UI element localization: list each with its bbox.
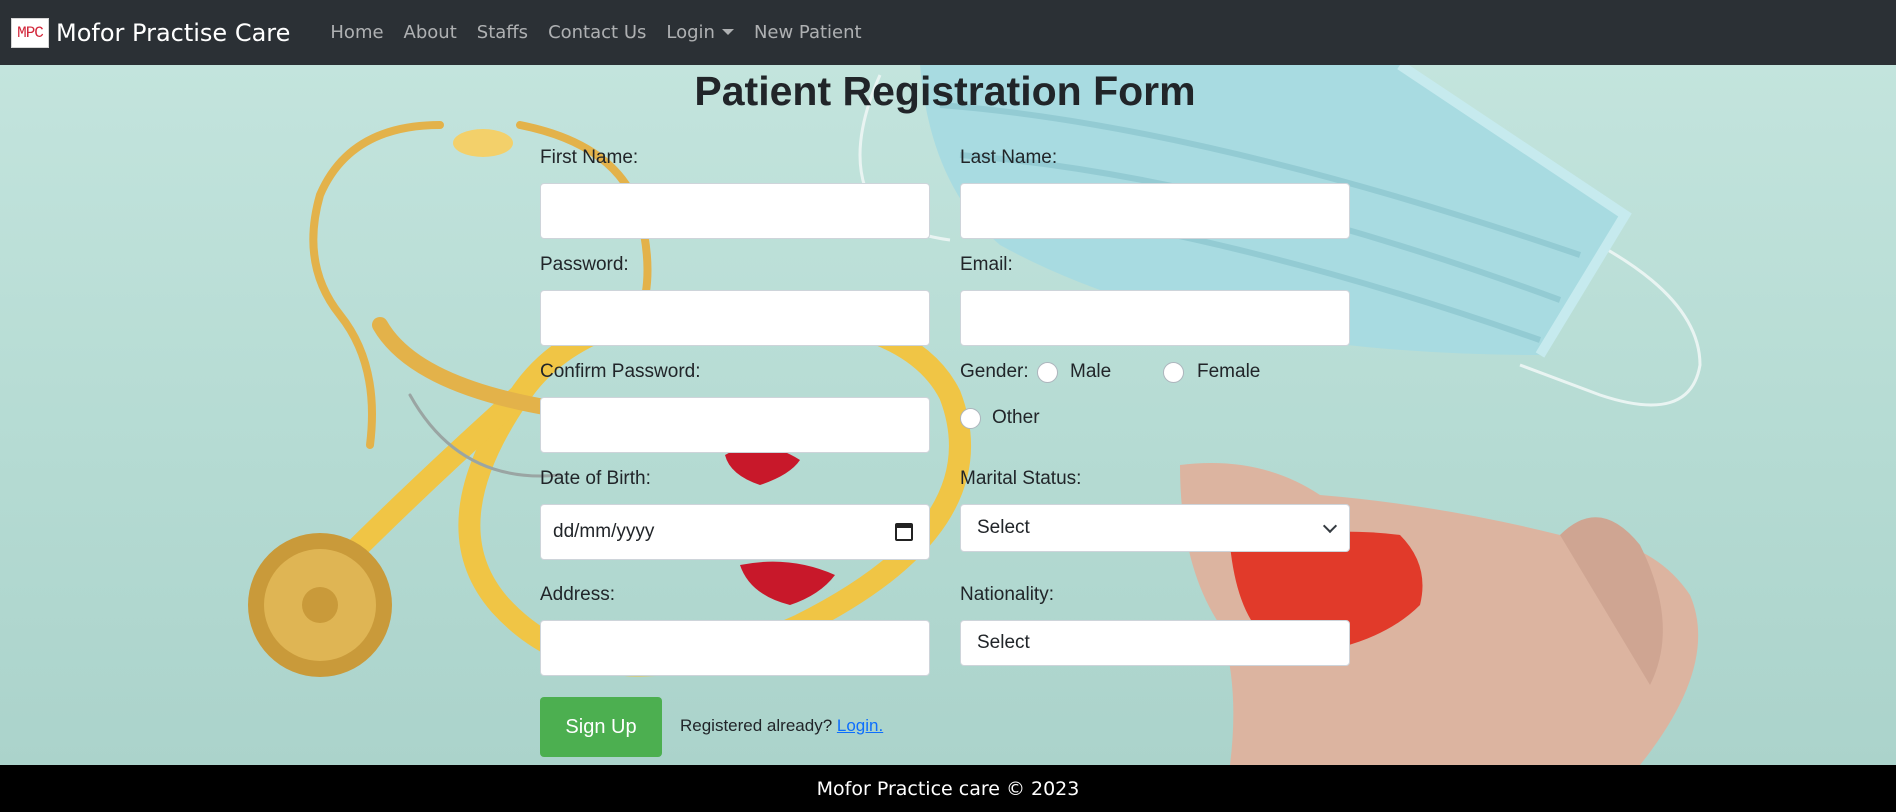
footer-text: Mofor Practice care © 2023 [816,777,1080,800]
background-illustration [248,65,1702,765]
registered-already-text: Registered already? Login. [680,716,883,736]
last-name-label: Last Name: [960,147,1058,168]
caret-down-icon [721,29,734,35]
nav-login-dropdown[interactable]: Login [656,22,744,43]
stethoscope-earpiece [453,129,513,157]
navbar: MPC Mofor Practise Care Home About Staff… [0,0,1896,65]
marital-status-select[interactable]: Select [960,504,1350,552]
nav-home[interactable]: Home [320,22,393,43]
candy-heart [740,561,835,605]
gender-female-label: Female [1197,361,1261,382]
marital-status-value: Select [977,517,1030,538]
gender-other-label: Other [992,407,1040,428]
registered-label: Registered already? [680,716,833,735]
chevron-down-icon [1322,518,1338,533]
gender-female-radio[interactable] [1163,362,1184,383]
email-input[interactable] [960,290,1350,346]
dob-placeholder: dd/mm/yyyy [553,521,655,542]
address-label: Address: [540,584,615,605]
gender-other-radio[interactable] [960,408,981,429]
dob-label: Date of Birth: [540,468,651,489]
last-name-input[interactable] [960,183,1350,239]
first-name-input[interactable] [540,183,930,239]
confirm-password-label: Confirm Password: [540,361,701,382]
nav-login-label: Login [666,22,715,43]
marital-status-label: Marital Status: [960,468,1082,489]
password-label: Password: [540,254,629,275]
nationality-select[interactable]: Select [960,620,1350,666]
brand-logo-icon: MPC [11,17,49,48]
footer: Mofor Practice care © 2023 [0,765,1896,812]
nav-new-patient[interactable]: New Patient [744,22,872,43]
nav-contact-us[interactable]: Contact Us [538,22,656,43]
nav-about[interactable]: About [394,22,467,43]
background-image [0,65,1896,765]
gender-label: Gender: [960,361,1029,382]
nationality-value: Select [977,632,1030,653]
page-title: Patient Registration Form [694,68,1196,114]
nav-links: Home About Staffs Contact Us Login New P… [320,22,871,43]
brand-name: Mofor Practise Care [56,18,291,47]
gender-male-radio[interactable] [1037,362,1058,383]
sign-up-button[interactable]: Sign Up [540,697,662,757]
gender-male-label: Male [1070,361,1112,382]
email-label: Email: [960,254,1013,275]
login-link[interactable]: Login. [837,716,883,735]
first-name-label: First Name: [540,147,639,168]
dob-input[interactable]: dd/mm/yyyy [540,504,930,560]
brand[interactable]: MPC Mofor Practise Care [11,17,291,48]
password-input[interactable] [540,290,930,346]
nav-staffs[interactable]: Staffs [467,22,538,43]
calendar-icon[interactable] [895,523,913,541]
confirm-password-input[interactable] [540,397,930,453]
nationality-label: Nationality: [960,584,1054,605]
address-input[interactable] [540,620,930,676]
